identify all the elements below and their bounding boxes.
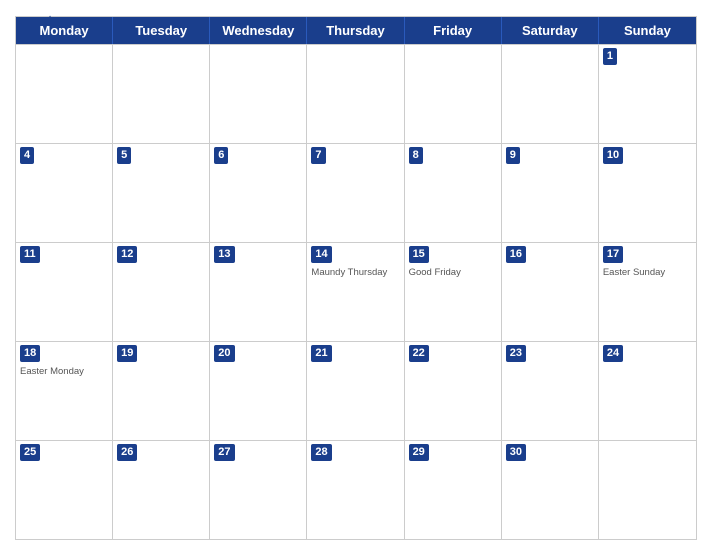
day-header-wednesday: Wednesday — [210, 17, 307, 44]
calendar-cell-24: 24 — [599, 342, 696, 440]
cell-number: 30 — [506, 444, 526, 461]
day-header-thursday: Thursday — [307, 17, 404, 44]
cell-number: 1 — [603, 48, 617, 65]
calendar-cell-25: 25 — [16, 441, 113, 539]
calendar-cell-23: 23 — [502, 342, 599, 440]
day-header-friday: Friday — [405, 17, 502, 44]
cell-number: 29 — [409, 444, 429, 461]
calendar-cell-14: 14 Maundy Thursday — [307, 243, 404, 341]
cell-number: 13 — [214, 246, 234, 263]
cell-number: 19 — [117, 345, 137, 362]
cell-number: 28 — [311, 444, 331, 461]
day-header-sunday: Sunday — [599, 17, 696, 44]
calendar-cell-12: 12 — [113, 243, 210, 341]
calendar-cell-9: 9 — [502, 144, 599, 242]
week-row-4: 18 Easter Monday 19 20 21 22 23 24 — [16, 341, 696, 440]
cell-holiday: Maundy Thursday — [311, 267, 399, 278]
cell-holiday: Good Friday — [409, 267, 497, 278]
week-row-5: 25 26 27 28 29 30 — [16, 440, 696, 539]
cell-number: 9 — [506, 147, 520, 164]
calendar-cell-22: 22 — [405, 342, 502, 440]
cell-number: 4 — [20, 147, 34, 164]
calendar-cell-28: 28 — [307, 441, 404, 539]
calendar-cell-8: 8 — [405, 144, 502, 242]
cell-number: 27 — [214, 444, 234, 461]
cell-number: 10 — [603, 147, 623, 164]
cell-number: 8 — [409, 147, 423, 164]
cell-number: 22 — [409, 345, 429, 362]
calendar-cell-30: 30 — [502, 441, 599, 539]
cell-number: 16 — [506, 246, 526, 263]
calendar-cell-15: 15 Good Friday — [405, 243, 502, 341]
calendar-cell-17: 17 Easter Sunday — [599, 243, 696, 341]
calendar-grid: MondayTuesdayWednesdayThursdayFridaySatu… — [15, 16, 697, 540]
cell-number: 6 — [214, 147, 228, 164]
cell-number: 21 — [311, 345, 331, 362]
calendar-cell-empty — [599, 441, 696, 539]
logo-bird-icon: ▲ — [41, 10, 59, 31]
calendar-cell-29: 29 — [405, 441, 502, 539]
calendar-cell-16: 16 — [502, 243, 599, 341]
calendar-cell-4: 4 — [16, 144, 113, 242]
cell-number: 25 — [20, 444, 40, 461]
calendar-cell-13: 13 — [210, 243, 307, 341]
day-headers-row: MondayTuesdayWednesdayThursdayFridaySatu… — [16, 17, 696, 44]
week-row-1: 1 — [16, 44, 696, 143]
day-header-tuesday: Tuesday — [113, 17, 210, 44]
cell-holiday: Easter Sunday — [603, 267, 692, 278]
week-row-3: 11 12 13 14 Maundy Thursday 15 Good Friday 16 17… — [16, 242, 696, 341]
cell-number: 23 — [506, 345, 526, 362]
cell-number: 18 — [20, 345, 40, 362]
cell-number: 17 — [603, 246, 623, 263]
cell-number: 5 — [117, 147, 131, 164]
cell-number: 14 — [311, 246, 331, 263]
calendar-cell- — [307, 45, 404, 143]
calendar-cell- — [405, 45, 502, 143]
calendar-cell-27: 27 — [210, 441, 307, 539]
cell-number: 20 — [214, 345, 234, 362]
calendar-cell-empty — [113, 45, 210, 143]
cell-number: 12 — [117, 246, 137, 263]
calendar-cell-empty — [210, 45, 307, 143]
cell-holiday: Easter Monday — [20, 366, 108, 377]
cell-number: 26 — [117, 444, 137, 461]
calendar-page: ▲ MondayTuesdayWednesdayThursdayFridaySa… — [0, 0, 712, 550]
cell-number: 24 — [603, 345, 623, 362]
cell-number: 15 — [409, 246, 429, 263]
calendar-cell- — [502, 45, 599, 143]
calendar-cell-19: 19 — [113, 342, 210, 440]
calendar-cell-5: 5 — [113, 144, 210, 242]
calendar-cell-11: 11 — [16, 243, 113, 341]
week-row-2: 4 5 6 7 8 9 10 — [16, 143, 696, 242]
calendar-cell-1: 1 — [599, 45, 696, 143]
calendar-cell-10: 10 — [599, 144, 696, 242]
calendar-cell-18: 18 Easter Monday — [16, 342, 113, 440]
logo: ▲ — [15, 10, 85, 31]
calendar-cell-20: 20 — [210, 342, 307, 440]
calendar-cell-6: 6 — [210, 144, 307, 242]
calendar-cell-7: 7 — [307, 144, 404, 242]
calendar-cell-26: 26 — [113, 441, 210, 539]
cell-number: 11 — [20, 246, 40, 263]
calendar-cell-empty — [16, 45, 113, 143]
day-header-saturday: Saturday — [502, 17, 599, 44]
calendar-cell-21: 21 — [307, 342, 404, 440]
weeks-container: 14567891011121314Maundy Thursday15Good F… — [16, 44, 696, 539]
cell-number: 7 — [311, 147, 325, 164]
